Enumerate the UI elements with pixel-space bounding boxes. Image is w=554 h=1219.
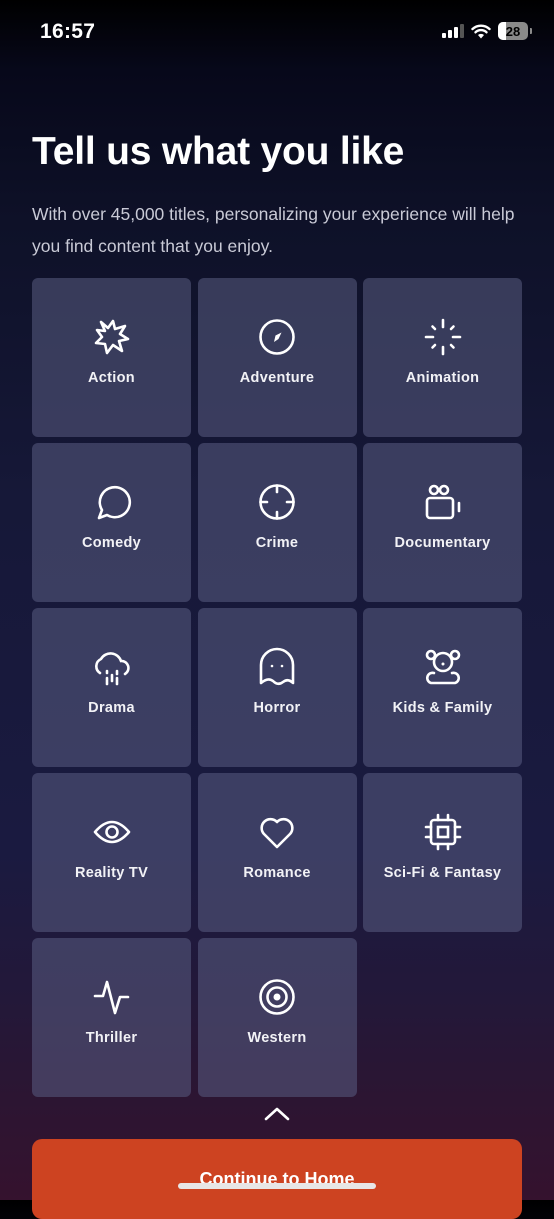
- genre-tile-crime[interactable]: Crime: [197, 443, 357, 602]
- genre-label: Romance: [243, 865, 311, 881]
- pulse-icon: [93, 980, 129, 1015]
- target-icon: [259, 979, 295, 1015]
- genre-label: Horror: [253, 700, 301, 716]
- battery-level: 28: [505, 23, 521, 39]
- genre-tile-comedy[interactable]: Comedy: [32, 443, 191, 602]
- ghost-icon: [259, 647, 295, 686]
- genre-label: Documentary: [394, 535, 491, 551]
- genre-tile-thriller[interactable]: Thriller: [32, 938, 191, 1097]
- genre-tile-action[interactable]: Action: [32, 278, 191, 437]
- sparkle-burst-icon: [424, 318, 461, 356]
- rain-cloud-icon: [94, 652, 130, 686]
- status-icons: 28: [442, 22, 532, 40]
- page-title: Tell us what you like: [32, 130, 405, 173]
- genre-tile-horror[interactable]: Horror: [197, 608, 357, 767]
- genre-tile-kids-family[interactable]: Kids & Family: [363, 608, 522, 767]
- battery-tip: [530, 28, 532, 34]
- page-subtitle: With over 45,000 titles, personalizing y…: [32, 204, 515, 256]
- status-time: 16:57: [40, 20, 96, 43]
- genre-tile-animation[interactable]: Animation: [363, 278, 522, 437]
- genre-label: Crime: [255, 535, 299, 551]
- continue-to-home-button[interactable]: Continue to Home: [32, 1139, 522, 1219]
- battery-icon: 28: [498, 22, 528, 40]
- genre-tile-reality-tv[interactable]: Reality TV: [32, 773, 191, 932]
- cellular-signal-icon: [442, 24, 464, 38]
- eye-icon: [93, 820, 130, 844]
- heart-icon: [260, 817, 294, 849]
- compass-icon: [259, 319, 295, 355]
- genre-label: Kids & Family: [392, 700, 493, 716]
- genre-label: Comedy: [81, 535, 141, 551]
- chevron-up-icon[interactable]: [262, 1104, 292, 1122]
- genre-tile-drama[interactable]: Drama: [32, 608, 191, 767]
- genre-label: Reality TV: [74, 865, 149, 881]
- teddy-bear-icon: [425, 649, 460, 685]
- wifi-icon: [471, 24, 491, 38]
- genre-label: Action: [88, 370, 135, 386]
- genre-label: Adventure: [239, 370, 315, 386]
- genre-label: Drama: [88, 700, 135, 716]
- genre-grid: Action Adventure Animation Comedy Crime …: [32, 278, 522, 1097]
- genre-tile-scifi-fantasy[interactable]: Sci-Fi & Fantasy: [363, 773, 522, 932]
- status-bar: 16:57 28: [0, 0, 554, 64]
- genre-label: Sci-Fi & Fantasy: [383, 865, 502, 881]
- genre-tile-romance[interactable]: Romance: [197, 773, 357, 932]
- explosion-icon: [94, 319, 129, 355]
- genre-tile-adventure[interactable]: Adventure: [197, 278, 357, 437]
- crosshair-icon: [259, 484, 295, 520]
- home-indicator[interactable]: [178, 1183, 376, 1189]
- genre-tile-documentary[interactable]: Documentary: [363, 443, 522, 602]
- chip-icon: [424, 813, 461, 851]
- genre-label: Western: [247, 1030, 307, 1046]
- film-camera-icon: [425, 484, 460, 520]
- speech-bubble-icon: [97, 485, 131, 520]
- genre-label: Thriller: [85, 1030, 138, 1046]
- genre-label: Animation: [405, 370, 480, 386]
- genre-tile-western[interactable]: Western: [197, 938, 357, 1097]
